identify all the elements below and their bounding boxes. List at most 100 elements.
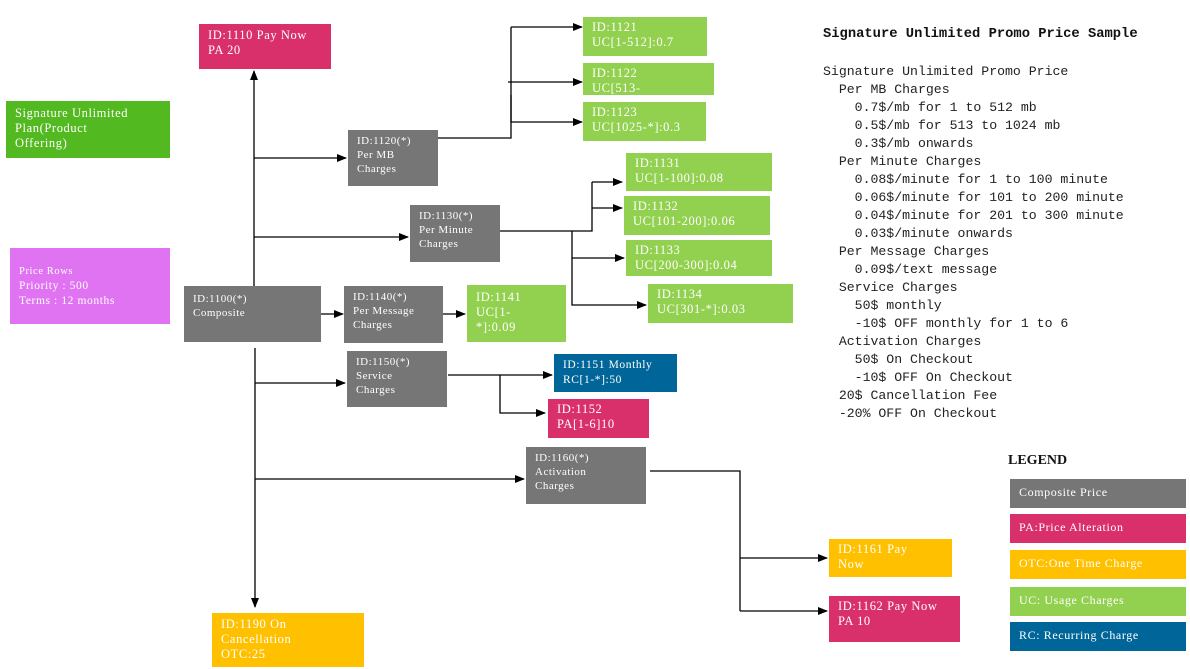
- edge-1130-split: [500, 182, 593, 232]
- node-label: Per Message: [353, 305, 415, 317]
- node-1123-usage[interactable]: ID:1123 UC[1025-*]:0.3: [583, 102, 706, 141]
- node-id: ID:1190 On: [221, 617, 287, 631]
- legend-title: LEGEND: [1008, 453, 1068, 468]
- node-label: Composite: [193, 307, 246, 319]
- node-value: PA 10: [838, 614, 871, 628]
- notes-line: -20% OFF On Checkout: [823, 406, 998, 421]
- legend-item: RC: Recurring Charge: [1010, 622, 1186, 651]
- node-1100-composite[interactable]: ID:1100(*) Composite: [184, 286, 321, 342]
- node-value: UC[1-512]:0.7: [592, 35, 674, 49]
- notes-line: 0.06$/minute for 101 to 200 minute: [823, 190, 1124, 205]
- notes-line: Signature Unlimited Promo Price: [823, 64, 1069, 79]
- node-1141-usage[interactable]: ID:1141 UC[1- *]:0.09: [467, 285, 566, 342]
- node-id: ID:1123: [592, 105, 638, 119]
- edge-1150-1152: [499, 375, 546, 417]
- product-offering-line: Offering): [15, 136, 68, 150]
- node-label: Charges: [419, 238, 459, 250]
- notes-line: Per Message Charges: [823, 244, 990, 259]
- notes-line: 0.7$/mb for 1 to 512 mb: [823, 100, 1037, 115]
- node-value: UC[301-*]:0.03: [657, 302, 746, 316]
- notes-line: -10$ OFF monthly for 1 to 6: [823, 316, 1069, 331]
- node-1120-per-mb[interactable]: ID:1120(*) Per MB Charges: [348, 130, 438, 186]
- price-rows-terms: Terms : 12 months: [19, 295, 115, 307]
- node-id: ID:1130(*): [419, 210, 474, 222]
- edge-1120-1123: [510, 95, 583, 126]
- notes-lines: Signature Unlimited Promo Price Per MB C…: [823, 63, 1138, 423]
- node-label: Service: [356, 370, 393, 382]
- node-value: *]:0.09: [476, 320, 516, 334]
- notes-line: -10$ OFF On Checkout: [823, 370, 1013, 385]
- node-label: Cancellation: [221, 632, 292, 646]
- node-1150-service[interactable]: ID:1150(*) Service Charges: [347, 351, 447, 407]
- price-rows-label: Price Rows: [19, 266, 74, 277]
- node-1122-usage[interactable]: ID:1122 UC[513-: [583, 63, 714, 95]
- node-value: UC[1-: [476, 305, 511, 319]
- node-1190-cancellation[interactable]: ID:1190 On Cancellation OTC:25: [212, 613, 364, 667]
- notes-line: 50$ monthly: [823, 298, 942, 313]
- edge-1160-split: [650, 470, 741, 611]
- node-value: PA[1-6]10: [557, 417, 615, 431]
- node-label: Charges: [356, 384, 396, 396]
- node-id: ID:1110 Pay Now: [208, 28, 308, 42]
- node-value: RC[1-*]:50: [563, 374, 623, 386]
- price-rows-priority: Priority : 500: [19, 280, 89, 292]
- node-1134-usage[interactable]: ID:1134 UC[301-*]:0.03: [648, 284, 793, 323]
- node-id: ID:1160(*): [535, 452, 590, 464]
- node-id: ID:1161 Pay: [838, 542, 908, 556]
- node-label: Now: [838, 557, 865, 571]
- node-value: UC[101-200]:0.06: [633, 214, 736, 228]
- product-offering-line: Plan(Product: [15, 121, 88, 135]
- legend-item: PA:Price Alteration: [1010, 514, 1186, 543]
- node-1133-usage[interactable]: ID:1133 UC[200-300]:0.04: [626, 240, 772, 276]
- node-1140-per-message[interactable]: ID:1140(*) Per Message Charges: [344, 286, 443, 343]
- notes-title: Signature Unlimited Promo Price Sample: [823, 27, 1138, 42]
- node-1162-pay-now[interactable]: ID:1162 Pay Now PA 10: [829, 596, 960, 642]
- node-label: Per Minute: [419, 224, 474, 236]
- node-id: ID:1120(*): [357, 135, 412, 147]
- node-id: ID:1162 Pay Now: [838, 599, 938, 613]
- node-id: ID:1133: [635, 243, 681, 257]
- node-1110-pay-now[interactable]: ID:1110 Pay Now PA 20: [199, 24, 331, 69]
- node-id: ID:1134: [657, 287, 703, 301]
- node-label: Charges: [357, 163, 397, 175]
- node-value: UC[513-: [592, 81, 641, 95]
- notes-line: 0.04$/minute for 201 to 300 minute: [823, 208, 1124, 223]
- node-id: ID:1140(*): [353, 291, 408, 303]
- edge-1130-1133: [571, 231, 625, 262]
- node-id: ID:1141: [476, 290, 522, 304]
- node-id: ID:1151 Monthly: [563, 359, 653, 371]
- node-id: ID:1152: [557, 402, 603, 416]
- node-1152-price-alteration[interactable]: ID:1152 PA[1-6]10: [548, 399, 649, 438]
- node-1151-recurring[interactable]: ID:1151 Monthly RC[1-*]:50: [554, 354, 677, 392]
- node-value: OTC:25: [221, 647, 266, 661]
- notes-line: 0.09$/text message: [823, 262, 998, 277]
- edge-1120-split: [438, 27, 512, 139]
- node-value: UC[200-300]:0.04: [635, 258, 738, 272]
- node-id: ID:1132: [633, 199, 679, 213]
- product-offering-line: Signature Unlimited: [15, 106, 129, 120]
- node-value: UC[1-100]:0.08: [635, 171, 724, 185]
- price-rows-box[interactable]: Price Rows Priority : 500 Terms : 12 mon…: [10, 248, 170, 324]
- node-1130-per-minute[interactable]: ID:1130(*) Per Minute Charges: [410, 205, 500, 262]
- notes-line: 50$ On Checkout: [823, 352, 974, 367]
- notes-line: 0.5$/mb for 513 to 1024 mb: [823, 118, 1061, 133]
- notes-line: 0.3$/mb onwards: [823, 136, 974, 151]
- node-1132-usage[interactable]: ID:1132 UC[101-200]:0.06: [624, 196, 770, 235]
- notes-line: Service Charges: [823, 280, 958, 295]
- node-1121-usage[interactable]: ID:1121 UC[1-512]:0.7: [583, 17, 707, 56]
- node-label: PA 20: [208, 43, 241, 57]
- legend-item: OTC:One Time Charge: [1010, 550, 1186, 579]
- node-1161-pay-now[interactable]: ID:1161 Pay Now: [829, 539, 952, 577]
- node-id: ID:1150(*): [356, 356, 411, 368]
- node-1160-activation[interactable]: ID:1160(*) Activation Charges: [526, 447, 646, 504]
- node-label: Activation: [535, 466, 587, 478]
- notes-line: 0.08$/minute for 1 to 100 minute: [823, 172, 1108, 187]
- node-label: Charges: [535, 480, 575, 492]
- product-offering-box[interactable]: Signature Unlimited Plan(Product Offerin…: [6, 101, 170, 158]
- promo-price-notes: Signature Unlimited Promo Price Sample S…: [823, 26, 1138, 423]
- legend-item: UC: Usage Charges: [1010, 587, 1186, 616]
- notes-line: 0.03$/minute onwards: [823, 226, 1013, 241]
- node-label: Per MB: [357, 149, 395, 161]
- node-1131-usage[interactable]: ID:1131 UC[1-100]:0.08: [626, 153, 772, 191]
- node-label: Charges: [353, 319, 393, 331]
